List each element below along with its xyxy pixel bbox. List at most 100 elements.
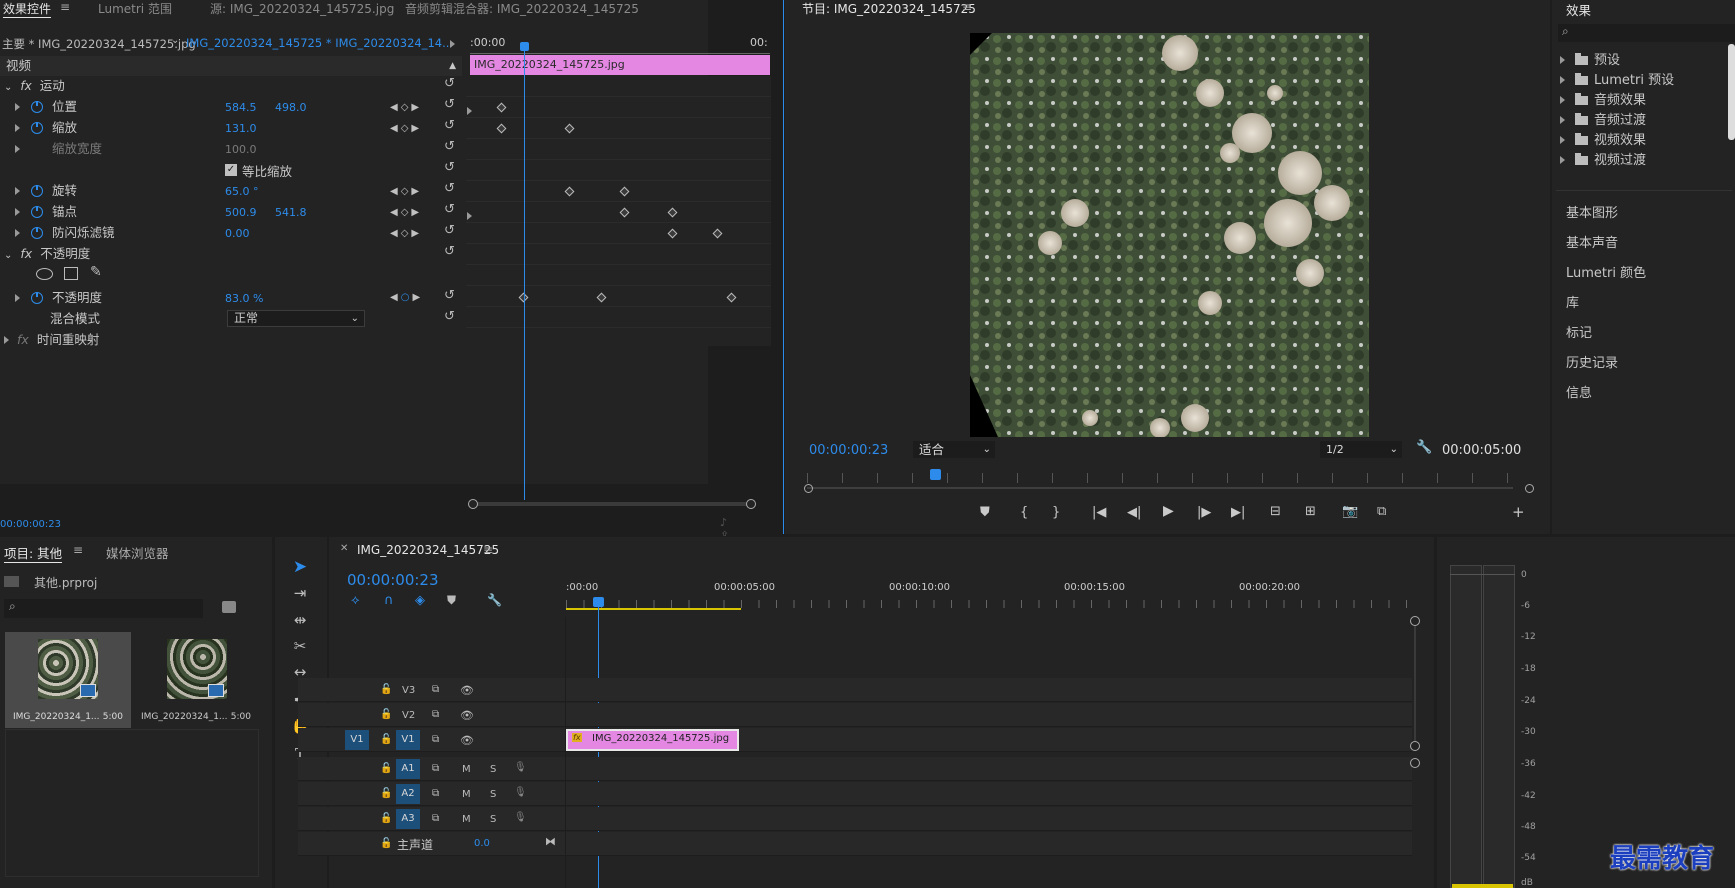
panel-libraries[interactable]: 库 [1566, 292, 1579, 311]
source-patch-v1[interactable]: V1 [345, 730, 369, 750]
snap-icon[interactable]: ⟡ [351, 593, 360, 608]
scrub-handle-left[interactable] [804, 484, 813, 493]
marker-icon[interactable]: ⛊ [447, 593, 456, 608]
keyframe-nav[interactable]: ◀◇▶ [390, 207, 422, 218]
panel-lumetri-color[interactable]: Lumetri 颜色 [1566, 262, 1646, 281]
folder-lumetri-presets[interactable]: Lumetri 预设 [1560, 69, 1674, 88]
stopwatch-icon[interactable] [31, 292, 43, 304]
scale-row[interactable]: 缩放 [0, 118, 77, 138]
chevron-down-icon[interactable]: ⌄ [171, 35, 179, 46]
menu-icon[interactable]: ≡ [60, 0, 70, 14]
position-x-value[interactable]: 584.5 [225, 101, 257, 114]
ellipse-mask-icon[interactable] [36, 268, 53, 280]
mic-icon[interactable]: 🎙 [514, 812, 527, 823]
lock-icon[interactable]: 🔓 [380, 763, 392, 774]
vscroll-track[interactable] [1414, 626, 1416, 741]
camera-icon[interactable]: 📷 [1342, 504, 1358, 519]
solo-button[interactable]: S [490, 764, 496, 775]
wrench-icon[interactable]: 🔧 [1416, 440, 1432, 455]
reset-icon[interactable]: ↺ [444, 181, 455, 196]
mark-in-icon[interactable]: { [1020, 505, 1028, 520]
program-timecode[interactable]: 00:00:00:23 [809, 443, 888, 458]
close-icon[interactable]: ✕ [340, 543, 348, 554]
step-forward-icon[interactable]: |▶ [1197, 505, 1211, 520]
keyframe-nav[interactable]: ◀◇▶ [390, 102, 422, 113]
anchor-x-value[interactable]: 500.9 [225, 206, 257, 219]
project-search[interactable]: ⌕ [4, 599, 203, 618]
play-only-icon[interactable] [450, 37, 455, 51]
master-volume-value[interactable]: 0.0 [474, 838, 490, 849]
effects-search[interactable]: ⌕ [1558, 24, 1735, 42]
position-row[interactable]: 位置 [0, 97, 77, 117]
mark-out-icon[interactable]: } [1052, 505, 1060, 520]
sync-lock-icon[interactable]: ⧉ [432, 813, 439, 824]
track-target-a2[interactable]: A2 [396, 784, 420, 804]
menu-icon[interactable]: ≡ [962, 0, 972, 14]
go-to-out-icon[interactable]: ▶| [1231, 505, 1245, 520]
time-remap-row[interactable]: fx 时间重映射 [0, 330, 99, 350]
stopwatch-icon[interactable] [31, 227, 43, 239]
compare-icon[interactable]: ⧉ [1377, 504, 1386, 519]
folder-video-transitions[interactable]: 视频过渡 [1560, 149, 1646, 168]
solo-button[interactable]: S [490, 789, 496, 800]
collapse-icon[interactable]: ▲ [449, 56, 456, 76]
project-item[interactable]: IMG_20220324_1... 5:00 [5, 632, 131, 728]
track-target-a1[interactable]: A1 [396, 759, 420, 779]
mute-button[interactable]: M [462, 764, 471, 775]
reset-icon[interactable]: ↺ [444, 202, 455, 217]
program-playhead[interactable] [930, 469, 941, 480]
play-icon[interactable]: ▶ [1163, 503, 1174, 519]
mic-icon[interactable]: 🎙 [514, 787, 527, 798]
tab-audio-clip-mixer[interactable]: 音频剪辑混合器: IMG_20220324_145725 [405, 0, 639, 17]
tab-source[interactable]: 源: IMG_20220324_145725.jpg [210, 0, 394, 17]
eye-icon[interactable]: 👁 [460, 709, 474, 722]
folder-audio-transitions[interactable]: 音频过渡 [1560, 109, 1646, 128]
extract-icon[interactable]: ⊞ [1305, 504, 1316, 519]
add-button-icon[interactable]: + [1512, 503, 1525, 521]
keyframe-nav[interactable]: ◀◇▶ [390, 228, 422, 239]
scale-value[interactable]: 131.0 [225, 122, 257, 135]
program-video-frame[interactable] [970, 33, 1369, 437]
lock-icon[interactable]: 🔓 [380, 734, 392, 745]
reset-icon[interactable]: ↺ [444, 97, 455, 112]
menu-icon[interactable]: ≡ [483, 543, 493, 557]
reset-icon[interactable]: ↺ [444, 118, 455, 133]
scrub-handle-right[interactable] [1525, 484, 1534, 493]
eye-icon[interactable]: 👁 [460, 734, 474, 747]
stopwatch-icon[interactable] [31, 206, 43, 218]
tab-project[interactable]: 项目: 其他 [4, 543, 63, 563]
stopwatch-icon[interactable] [31, 185, 43, 197]
reset-icon[interactable]: ↺ [444, 160, 455, 175]
work-area-bar[interactable] [566, 608, 741, 610]
step-back-icon[interactable]: ◀| [1127, 505, 1141, 520]
reset-icon[interactable]: ↺ [444, 223, 455, 238]
add-marker-icon[interactable]: ◈ [415, 593, 425, 608]
lift-icon[interactable]: ⊟ [1270, 504, 1281, 519]
keyframe-nav[interactable]: ◀○▶ [390, 292, 423, 303]
motion-row[interactable]: ⌄ fx 运动 [0, 76, 65, 96]
opacity-row[interactable]: 不透明度 [0, 288, 102, 308]
zoom-handle-left[interactable] [468, 499, 478, 509]
antiflicker-value[interactable]: 0.00 [225, 227, 250, 240]
position-y-value[interactable]: 498.0 [275, 101, 307, 114]
fit-select[interactable]: 适合 ⌄ [913, 441, 995, 458]
master-clip-label[interactable]: 主要 * IMG_20220324_145725.jpg [2, 36, 196, 52]
vscroll-handle[interactable] [1410, 758, 1420, 768]
sync-lock-icon[interactable]: ⧉ [432, 734, 439, 745]
folder-presets[interactable]: 预设 [1560, 49, 1620, 68]
reset-icon[interactable]: ↺ [444, 309, 455, 324]
lock-icon[interactable]: 🔓 [380, 684, 392, 695]
stopwatch-icon[interactable] [31, 101, 43, 113]
eye-icon[interactable]: 👁 [460, 684, 474, 697]
panel-essential-graphics[interactable]: 基本图形 [1566, 202, 1618, 221]
sequence-tab[interactable]: IMG_20220324_145725 [357, 543, 499, 557]
add-marker-icon[interactable]: ⛊ [980, 505, 990, 520]
tab-lumetri-scopes[interactable]: Lumetri 范围 [98, 0, 172, 17]
stopwatch-icon[interactable] [31, 122, 43, 134]
track-target-v1[interactable]: V1 [396, 730, 420, 750]
keyframe-nav[interactable]: ◀◇▶ [390, 186, 422, 197]
uniform-scale-checkbox[interactable]: ✓ [225, 164, 237, 176]
track-target-a3[interactable]: A3 [396, 809, 420, 829]
rectangle-mask-icon[interactable] [64, 267, 78, 280]
blend-mode-select[interactable]: 正常 ⌄ [227, 310, 365, 327]
